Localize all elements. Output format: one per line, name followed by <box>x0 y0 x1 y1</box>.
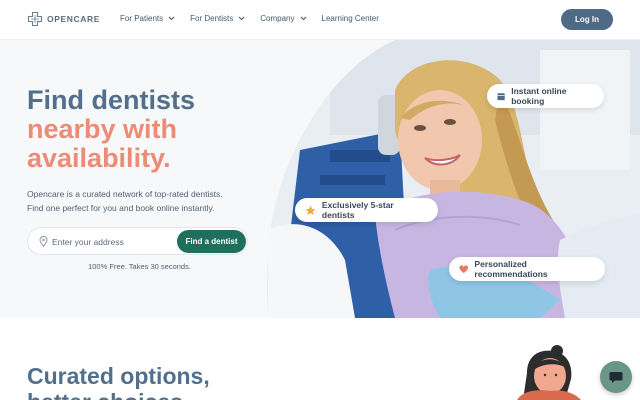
badge-instant-booking: Instant online booking <box>487 84 604 108</box>
section-title: Curated options, better choices <box>27 363 210 400</box>
hero-headline: Find dentists nearby with availability. <box>27 86 195 173</box>
badge-five-star-label: Exclusively 5-star dentists <box>321 200 394 220</box>
chat-button[interactable] <box>600 361 632 393</box>
star-icon <box>305 205 316 215</box>
calendar-icon <box>497 92 505 100</box>
section-title-line-1: Curated options, <box>27 363 210 389</box>
map-pin-icon <box>39 236 48 247</box>
headline-line-1: Find dentists <box>27 85 195 115</box>
find-dentist-button[interactable]: Find a dentist <box>177 230 246 253</box>
heart-icon <box>459 264 468 273</box>
section-title-line-2: better choices <box>27 389 210 400</box>
badge-instant-booking-label: Instant online booking <box>511 86 567 106</box>
badge-personalized-label: Personalized recommendations <box>474 259 548 279</box>
hero-subtext-line-2: Find one perfect for you and book online… <box>27 203 215 213</box>
badge-personalized: Personalized recommendations <box>449 257 605 281</box>
hero-subtext-line-1: Opencare is a curated network of top-rat… <box>27 189 223 199</box>
address-input[interactable] <box>52 232 176 251</box>
headline-line-3: availability. <box>27 143 171 173</box>
badge-five-star: Exclusively 5-star dentists <box>295 198 438 222</box>
chat-bubble-icon <box>609 371 623 383</box>
address-search: Find a dentist <box>27 227 248 255</box>
person-illustration <box>517 345 581 400</box>
hero-subtext: Opencare is a curated network of top-rat… <box>27 187 267 215</box>
free-note: 100% Free. Takes 30 seconds. <box>88 262 191 271</box>
headline-line-2: nearby with <box>27 114 178 144</box>
